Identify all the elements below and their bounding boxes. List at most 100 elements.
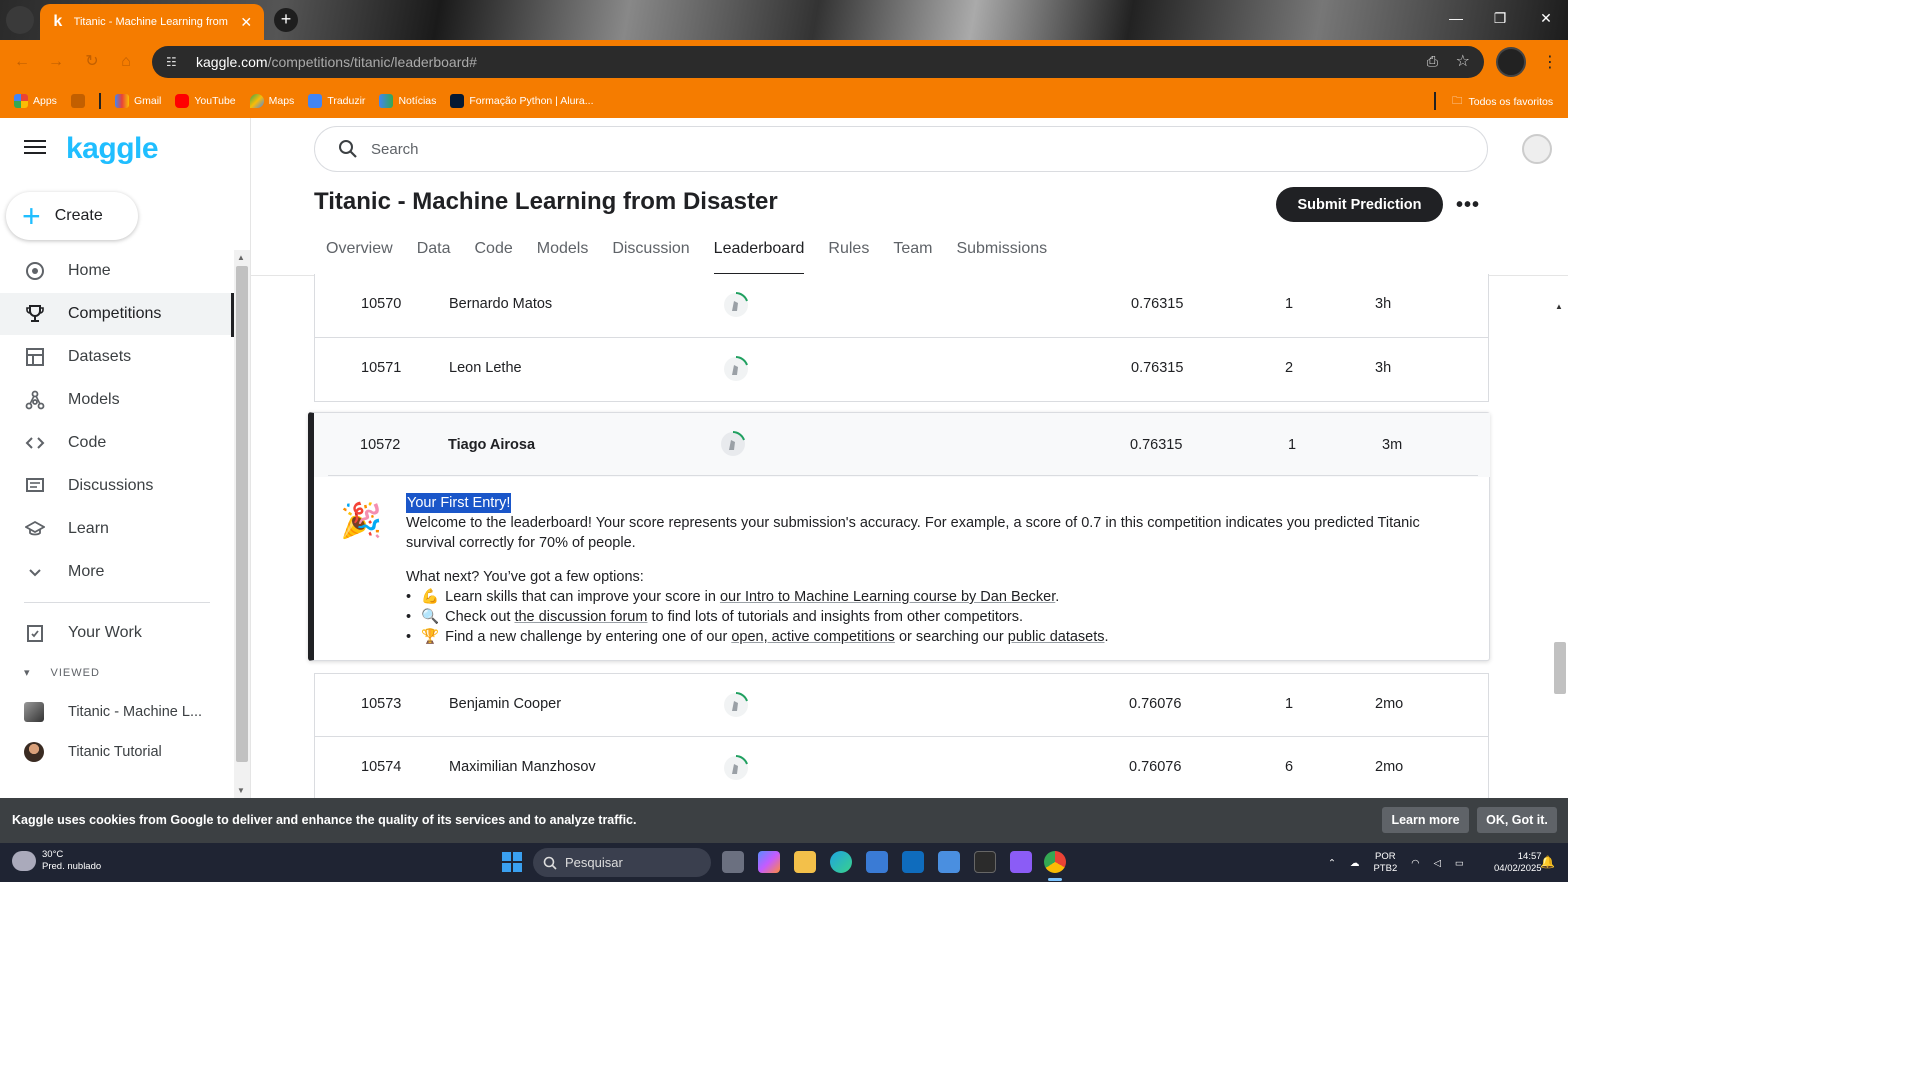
hamburger-menu-icon[interactable] xyxy=(24,140,46,158)
reload-icon[interactable]: ↻ xyxy=(82,52,102,72)
site-info-icon[interactable]: ☷ xyxy=(166,55,182,69)
search-input[interactable]: Search xyxy=(314,126,1488,172)
scroll-up-icon[interactable]: ▲ xyxy=(1555,302,1563,311)
new-tab-plus-icon[interactable]: + xyxy=(274,8,298,32)
viewed-item-titanic-competition[interactable]: Titanic - Machine L... xyxy=(24,702,202,722)
forward-icon[interactable]: → xyxy=(46,52,66,72)
notification-bell-icon[interactable]: 🔔 xyxy=(1540,855,1555,869)
intro-ml-course-link[interactable]: our Intro to Machine Learning course by … xyxy=(720,589,1055,605)
team-name-cell[interactable]: Bernardo Matos xyxy=(449,296,552,312)
learn-more-button[interactable]: Learn more xyxy=(1382,807,1469,833)
table-row[interactable]: 10574 Maximilian Manzhosov 0.76076 6 2mo xyxy=(314,737,1489,801)
scroll-down-icon[interactable]: ▼ xyxy=(237,786,245,795)
bookmark-grid[interactable] xyxy=(70,94,85,108)
tab-leaderboard[interactable]: Leaderboard xyxy=(702,240,817,276)
more-options-icon[interactable]: ••• xyxy=(1456,194,1480,217)
install-app-icon[interactable]: ⎙ xyxy=(1427,53,1438,70)
team-name-cell[interactable]: Leon Lethe xyxy=(449,360,522,376)
bookmark-translate[interactable]: Traduzir xyxy=(308,94,365,108)
sidebar-item-learn[interactable]: Learn xyxy=(0,508,234,550)
viewed-item-titanic-tutorial[interactable]: Titanic Tutorial xyxy=(24,742,162,762)
terminal-icon[interactable] xyxy=(974,851,996,873)
language-indicator[interactable]: POR PTB2 xyxy=(1373,851,1397,875)
kaggle-logo[interactable]: kaggle xyxy=(66,132,159,166)
page-scroll-thumb[interactable] xyxy=(1554,642,1566,694)
chrome-profile-avatar[interactable] xyxy=(1496,47,1526,77)
active-competitions-link[interactable]: open, active competitions xyxy=(731,629,895,645)
chevron-up-icon[interactable]: ⌃ xyxy=(1328,858,1336,869)
tab-code[interactable]: Code xyxy=(462,240,524,276)
volume-icon[interactable]: ◁ xyxy=(1434,858,1441,869)
bookmark-news[interactable]: Notícias xyxy=(379,94,436,108)
user-avatar[interactable] xyxy=(1522,134,1552,164)
table-row[interactable]: 10571 Leon Lethe 0.76315 2 3h xyxy=(314,338,1489,402)
tab-discussion[interactable]: Discussion xyxy=(600,240,701,276)
window-close-icon[interactable]: ✕ xyxy=(1536,10,1556,27)
user-avatar-icon[interactable] xyxy=(721,753,751,783)
photos-icon[interactable] xyxy=(938,851,960,873)
discussion-forum-link[interactable]: the discussion forum xyxy=(514,609,647,625)
bookmark-maps[interactable]: Maps xyxy=(249,94,294,108)
table-row[interactable]: 10573 Benjamin Cooper 0.76076 1 2mo xyxy=(314,673,1489,737)
taskbar-search[interactable]: Pesquisar xyxy=(533,848,711,877)
file-explorer-icon[interactable] xyxy=(794,851,816,873)
tab-models[interactable]: Models xyxy=(525,240,601,276)
wifi-icon[interactable]: ◠ xyxy=(1411,858,1419,869)
task-view-icon[interactable] xyxy=(722,851,744,873)
submit-prediction-button[interactable]: Submit Prediction xyxy=(1276,187,1443,222)
bookmark-youtube[interactable]: YouTube xyxy=(175,94,236,108)
create-button[interactable]: + Create xyxy=(6,192,138,240)
sidebar-scrollbar[interactable]: ▲ ▼ xyxy=(234,250,250,798)
tab-rules[interactable]: Rules xyxy=(816,240,881,276)
sidebar-item-datasets[interactable]: Datasets xyxy=(0,336,234,378)
table-row[interactable]: 10570 Bernardo Matos 0.76315 1 3h xyxy=(314,274,1489,338)
scroll-up-icon[interactable]: ▲ xyxy=(237,253,245,262)
clipchamp-icon[interactable] xyxy=(1010,851,1032,873)
team-name-cell[interactable]: Maximilian Manzhosov xyxy=(449,759,596,775)
home-icon[interactable]: ⌂ xyxy=(116,52,136,72)
tab-data[interactable]: Data xyxy=(405,240,463,276)
sidebar-item-home[interactable]: Home xyxy=(0,250,234,292)
sidebar-item-more[interactable]: More xyxy=(0,551,234,593)
all-bookmarks[interactable]: 🗀 Todos os favoritos xyxy=(1452,93,1553,111)
bookmark-star-icon[interactable]: ☆ xyxy=(1456,51,1470,71)
url-field[interactable]: ☷ kaggle.com/competitions/titanic/leader… xyxy=(152,46,1484,78)
sidebar-item-code[interactable]: Code xyxy=(0,422,234,464)
sidebar-scroll-thumb[interactable] xyxy=(236,266,248,762)
tab-team[interactable]: Team xyxy=(881,240,944,276)
onedrive-icon[interactable]: ☁ xyxy=(1350,858,1360,869)
viewed-section-label[interactable]: ▾ VIEWED xyxy=(24,666,100,680)
public-datasets-link[interactable]: public datasets xyxy=(1008,629,1105,645)
user-avatar-icon[interactable] xyxy=(721,690,751,720)
table-row-highlighted[interactable]: 10572 Tiago Airosa 0.76315 1 3m xyxy=(314,413,1490,477)
team-name-cell[interactable]: Benjamin Cooper xyxy=(449,696,561,712)
windows-start-icon[interactable] xyxy=(502,852,522,872)
chrome-icon[interactable] xyxy=(1044,851,1066,873)
ok-got-it-button[interactable]: OK, Got it. xyxy=(1477,807,1557,833)
weather-widget[interactable]: 30°C Pred. nublado xyxy=(12,849,101,873)
user-avatar-icon[interactable] xyxy=(718,429,748,459)
tab-close-icon[interactable]: ✕ xyxy=(238,14,254,31)
tab-submissions[interactable]: Submissions xyxy=(944,240,1059,276)
edge-icon[interactable] xyxy=(830,851,852,873)
bookmark-gmail[interactable]: Gmail xyxy=(114,94,161,108)
outlook-icon[interactable] xyxy=(902,851,924,873)
battery-icon[interactable]: ▭ xyxy=(1455,858,1464,869)
user-avatar-icon[interactable] xyxy=(721,290,751,320)
restore-icon[interactable]: ❐ xyxy=(1490,10,1510,27)
sidebar-item-your-work[interactable]: Your Work xyxy=(0,612,234,654)
page-scrollbar[interactable]: ▲ xyxy=(1552,298,1568,798)
browser-profile-icon[interactable] xyxy=(6,6,34,34)
user-avatar-icon[interactable] xyxy=(721,354,751,384)
sidebar-item-competitions[interactable]: Competitions xyxy=(0,293,234,335)
bookmark-alura[interactable]: Formação Python | Alura... xyxy=(450,94,594,108)
store-icon[interactable] xyxy=(866,851,888,873)
back-icon[interactable]: ← xyxy=(12,52,32,72)
sidebar-item-discussions[interactable]: Discussions xyxy=(0,465,234,507)
chrome-menu-icon[interactable]: ⋮ xyxy=(1542,52,1558,72)
team-name-cell[interactable]: Tiago Airosa xyxy=(448,437,535,453)
copilot-icon[interactable] xyxy=(758,851,780,873)
tab-overview[interactable]: Overview xyxy=(314,240,405,276)
minimize-icon[interactable]: — xyxy=(1446,10,1466,26)
browser-tab-active[interactable]: k Titanic - Machine Learning from Disast… xyxy=(40,4,264,40)
